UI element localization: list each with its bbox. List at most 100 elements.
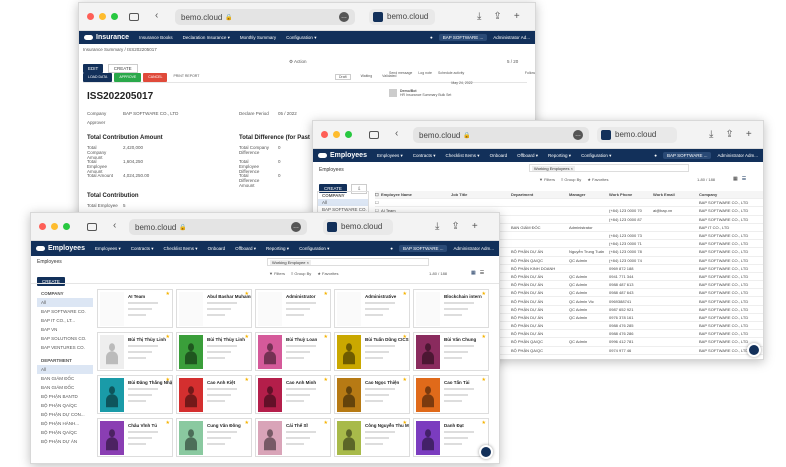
share-icon[interactable]: ⇪	[451, 221, 459, 232]
filters-button[interactable]: ▼ Filters	[269, 271, 285, 276]
star-icon[interactable]: ★	[166, 377, 170, 383]
department-filter-item[interactable]: BỘ PHẬN DỰ ÁN	[37, 437, 93, 446]
menu-contracts[interactable]: Contracts ▾	[413, 153, 436, 159]
employee-card[interactable]: Bùi Văn Chung ★	[413, 332, 489, 371]
menu-declaration[interactable]: Declaration Insurance ▾	[183, 35, 230, 41]
employee-card[interactable]: Cao Anh Minh ★	[255, 375, 331, 414]
employee-card[interactable]: Abul Bashar Muhammed Salahuddin★	[176, 289, 252, 328]
star-icon[interactable]: ★	[403, 334, 407, 340]
url-bar[interactable]: bemo.cloud 🔒…	[129, 219, 307, 235]
menu-onboard[interactable]: Onboard	[208, 246, 226, 251]
close-dot[interactable]	[39, 223, 46, 230]
department-filter-item[interactable]: BỘ PHẬN QA/QC	[37, 401, 93, 410]
browser-tab[interactable]: bemo.cloud	[597, 127, 677, 143]
company-filter-item[interactable]: All	[37, 298, 93, 307]
group-by-button[interactable]: ≡ Group By	[291, 271, 311, 276]
user-menu[interactable]: Administrator Adm...	[717, 153, 758, 158]
list-view-icon[interactable]: ☰	[480, 270, 484, 276]
print-report-button[interactable]: PRINT REPORT	[169, 73, 203, 82]
col-manager[interactable]: Manager	[569, 192, 609, 197]
department-filter-item[interactable]: BỘ PHẬN HÀNH...	[37, 419, 93, 428]
employee-card[interactable]: Bùi Thị Thùy Linh ★	[97, 332, 173, 371]
approve-button[interactable]: APPROVE	[114, 73, 142, 82]
star-icon[interactable]: ★	[482, 291, 486, 297]
browser-tab[interactable]: bemo.cloud	[323, 219, 393, 235]
create-button[interactable]: CREATE	[107, 64, 138, 73]
user-menu[interactable]: Administrator Adm...	[453, 246, 494, 251]
minimize-dot[interactable]	[51, 223, 58, 230]
department-filter-item[interactable]: BỘ PHẬN BANTD	[37, 392, 93, 401]
col-company[interactable]: Company	[699, 192, 763, 197]
kanban-view-icon[interactable]: ▦	[471, 270, 476, 276]
sidebar-icon[interactable]	[369, 131, 379, 139]
star-icon[interactable]: ★	[324, 334, 328, 340]
more-icon[interactable]: …	[291, 222, 301, 232]
menu-monthly-summary[interactable]: Monthly Summary	[240, 35, 276, 40]
follow-button[interactable]: Follow	[525, 71, 535, 75]
back-icon[interactable]: ‹	[155, 10, 158, 21]
load-data-button[interactable]: LOAD DATA	[83, 73, 113, 82]
search-input[interactable]: Working Employee ×	[267, 258, 429, 266]
company-switcher[interactable]: BAP SOFTWARE ...	[398, 245, 448, 252]
col-department[interactable]: Department	[511, 192, 569, 197]
company-switcher[interactable]: BAP SOFTWARE ...	[438, 34, 488, 41]
menu-configuration[interactable]: Configuration ▾	[286, 35, 316, 41]
close-dot[interactable]	[321, 131, 328, 138]
star-icon[interactable]: ★	[482, 377, 486, 383]
star-icon[interactable]: ★	[245, 334, 249, 340]
search-input[interactable]: Working Employees ×	[529, 164, 689, 172]
employee-card[interactable]: Cao Ngọc Thiện ★	[334, 375, 410, 414]
company-filter-item[interactable]: BAP VENTURES CO.	[37, 343, 93, 352]
col-work-email[interactable]: Work Email	[653, 192, 699, 197]
col-work-phone[interactable]: Work Phone	[609, 192, 653, 197]
download-icon[interactable]: ⤓	[477, 11, 481, 22]
employee-card[interactable]: Danh Đạt ★	[413, 418, 489, 457]
employee-card[interactable]: Cao Anh Kiệt ★	[176, 375, 252, 414]
share-icon[interactable]: ⇪	[725, 129, 733, 140]
col-employee-name[interactable]: Employee Name	[381, 192, 451, 197]
download-icon[interactable]: ⤓	[709, 129, 713, 140]
declare-period-value[interactable]: 05 / 2022	[278, 111, 297, 116]
star-icon[interactable]: ★	[403, 377, 407, 383]
help-fab[interactable]	[747, 343, 761, 357]
list-view-icon[interactable]: ☰	[742, 176, 746, 182]
search-facet[interactable]: Working Employee ×	[270, 260, 311, 265]
help-fab[interactable]	[479, 445, 493, 459]
state-waiting[interactable]: Waiting	[361, 74, 373, 80]
col-job-title[interactable]: Job Title	[451, 192, 511, 197]
new-tab-icon[interactable]: +	[746, 129, 752, 140]
employee-card[interactable]: Bùi Đăng Thắng Nhật ★	[97, 375, 173, 414]
menu-reporting[interactable]: Reporting ▾	[548, 153, 571, 159]
star-icon[interactable]: ★	[482, 420, 486, 426]
company-filter-all[interactable]: All	[318, 199, 368, 206]
star-icon[interactable]: ★	[403, 291, 407, 297]
state-draft[interactable]: Draft	[335, 74, 351, 80]
department-filter-item[interactable]: BAN GIÁM ĐỐC	[37, 374, 93, 383]
employee-card[interactable]: Công Nguyễn Thu Mỹ Xuong Duong★	[334, 418, 410, 457]
employee-card[interactable]: AI Team ★	[97, 289, 173, 328]
employee-card[interactable]: Cái Thế Sĩ ★	[255, 418, 331, 457]
employee-card[interactable]: Bùi Tuấn Dũng CICS ★	[334, 332, 410, 371]
app-brand[interactable]: Employees	[318, 152, 367, 159]
department-filter-item[interactable]: BỘ PHẬN DỰ CON...	[37, 410, 93, 419]
search-facet[interactable]: Working Employees ×	[532, 166, 575, 171]
menu-offboard[interactable]: Offboard ▾	[235, 246, 256, 252]
star-icon[interactable]: ★	[324, 291, 328, 297]
app-brand[interactable]: Insurance	[84, 34, 129, 41]
more-icon[interactable]: …	[339, 12, 349, 22]
sidebar-icon[interactable]	[87, 223, 97, 231]
table-row[interactable]: ☐ BAP SOFTWARE CO., LTD	[375, 199, 763, 208]
url-bar[interactable]: bemo.cloud 🔒…	[175, 9, 355, 25]
new-tab-icon[interactable]: +	[472, 221, 478, 232]
menu-insurance-books[interactable]: Insurance Books	[139, 35, 173, 40]
back-icon[interactable]: ‹	[395, 128, 398, 139]
cancel-button[interactable]: CANCEL	[143, 73, 168, 82]
employee-card[interactable]: Administrative ★	[334, 289, 410, 328]
department-filter-item[interactable]: All	[37, 365, 93, 374]
row-checkbox[interactable]: ☐	[375, 200, 381, 205]
star-icon[interactable]: ★	[245, 291, 249, 297]
menu-configuration[interactable]: Configuration ▾	[299, 246, 329, 252]
minimize-dot[interactable]	[99, 13, 106, 20]
share-icon[interactable]: ⇪	[493, 11, 501, 22]
user-menu[interactable]: Administrator Ad...	[493, 35, 530, 40]
